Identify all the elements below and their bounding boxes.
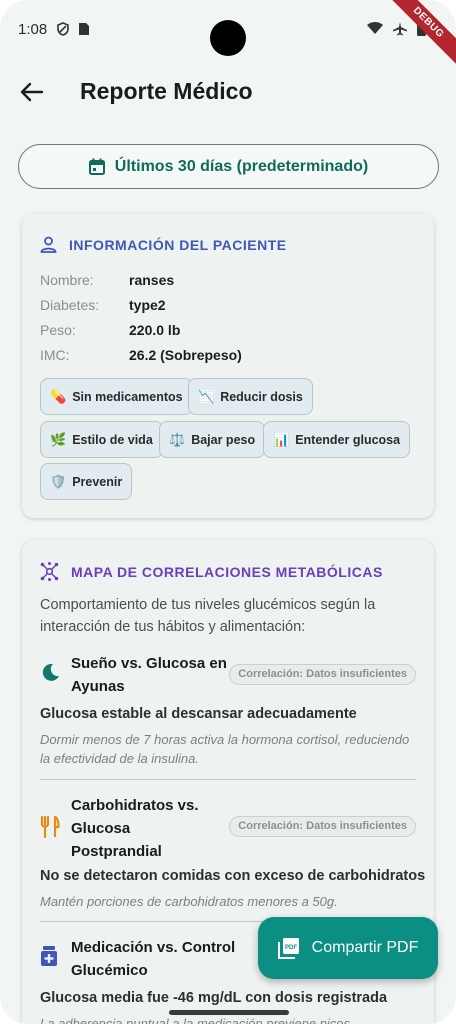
correlation-title-line: Glucosa bbox=[71, 820, 131, 837]
patient-section-title: INFORMACIÓN DEL PACIENTE bbox=[69, 236, 287, 253]
camera-cutout bbox=[210, 20, 246, 56]
correlation-note: Dormir menos de 7 horas activa la hormon… bbox=[40, 732, 410, 766]
correlation-note: La adherencia puntual a la medicación pr… bbox=[40, 1016, 351, 1024]
info-row-bmi: IMC: 26.2 (Sobrepeso) bbox=[40, 347, 242, 363]
herb-icon: 🌿 bbox=[50, 431, 67, 447]
chart-down-icon: 📉 bbox=[198, 388, 215, 404]
goal-chip-reduce-dose[interactable]: 📉 Reducir dosis bbox=[188, 378, 313, 415]
correlation-title-line: Medicación vs. Control bbox=[71, 939, 236, 956]
back-arrow-icon[interactable] bbox=[18, 78, 46, 106]
app-bar: Reporte Médico bbox=[0, 70, 456, 114]
medication-icon bbox=[41, 946, 57, 966]
svg-text:PDF: PDF bbox=[285, 945, 297, 951]
sim-card-icon bbox=[79, 23, 89, 35]
correlation-summary: No se detectaron comidas con exceso de c… bbox=[40, 868, 426, 884]
correlation-carbs: Carbohidratos vs. Glucosa Postprandial C… bbox=[40, 794, 425, 914]
correlation-sleep: Sueño vs. Glucosa en Ayunas Correlación:… bbox=[40, 652, 416, 772]
goal-chip-lose-weight[interactable]: ⚖️ Bajar peso bbox=[159, 421, 266, 458]
info-row-diabetes: Diabetes: type2 bbox=[40, 297, 166, 313]
share-pdf-label: Compartir PDF bbox=[311, 939, 419, 956]
shield-status-icon bbox=[57, 22, 69, 36]
app-screen: 1:08 DEBUG Reporte Médico Últimos 30 día… bbox=[0, 0, 456, 1024]
bar-chart-icon: 📊 bbox=[273, 431, 290, 447]
pill-icon: 💊 bbox=[50, 388, 67, 404]
page-title: Reporte Médico bbox=[80, 78, 253, 104]
home-indicator[interactable] bbox=[169, 1010, 289, 1015]
info-row-weight: Peso: 220.0 lb bbox=[40, 322, 181, 338]
scale-icon: ⚖️ bbox=[169, 431, 186, 447]
date-range-button[interactable]: Últimos 30 días (predeterminado) bbox=[18, 144, 439, 189]
moon-icon bbox=[42, 663, 59, 681]
goal-chip-prevent[interactable]: 🛡️ Prevenir bbox=[40, 463, 133, 500]
divider bbox=[40, 779, 416, 780]
pdf-icon: PDF bbox=[277, 938, 299, 959]
goal-chip-understand-glucose[interactable]: 📊 Entender glucosa bbox=[263, 421, 411, 458]
correlation-summary: Glucosa estable al descansar adecuadamen… bbox=[40, 706, 357, 722]
info-row-name: Nombre: ranses bbox=[40, 272, 175, 288]
correlation-title-line: Ayunas bbox=[71, 678, 125, 695]
correlation-note: Mantén porciones de carbohidratos menore… bbox=[40, 894, 338, 909]
correlations-intro: Comportamiento de tus niveles glucémicos… bbox=[40, 597, 376, 635]
goal-chip-no-medication[interactable]: 💊 Sin medicamentos bbox=[40, 378, 193, 415]
correlation-title-line: Carbohidratos vs. bbox=[71, 797, 199, 814]
person-icon bbox=[40, 236, 57, 253]
goal-chip-lifestyle[interactable]: 🌿 Estilo de vida bbox=[40, 421, 163, 458]
wifi-icon bbox=[367, 22, 383, 34]
correlation-title-line: Sueño vs. Glucosa en bbox=[71, 655, 227, 672]
hub-network-icon bbox=[40, 562, 59, 581]
shield-icon: 🛡️ bbox=[50, 473, 67, 489]
correlations-section-title: MAPA DE CORRELACIONES METABÓLICAS bbox=[71, 563, 383, 580]
airplane-icon bbox=[393, 21, 407, 35]
patient-info-card: INFORMACIÓN DEL PACIENTE Nombre: ranses … bbox=[22, 214, 434, 518]
restaurant-icon bbox=[40, 816, 60, 838]
status-bar: 1:08 DEBUG bbox=[0, 0, 456, 72]
date-range-label: Últimos 30 días (predeterminado) bbox=[114, 157, 369, 175]
correlation-badge: Correlación: Datos insuficientes bbox=[229, 664, 416, 685]
calendar-icon bbox=[88, 158, 105, 175]
correlation-title-line: Postprandial bbox=[71, 843, 162, 860]
correlation-summary: Glucosa media fue -46 mg/dL con dosis re… bbox=[40, 990, 388, 1006]
correlation-title-line: Glucémico bbox=[71, 962, 148, 979]
correlation-badge: Correlación: Datos insuficientes bbox=[229, 816, 416, 837]
share-pdf-button[interactable]: PDF Compartir PDF bbox=[258, 917, 438, 979]
status-time: 1:08 bbox=[18, 21, 48, 38]
